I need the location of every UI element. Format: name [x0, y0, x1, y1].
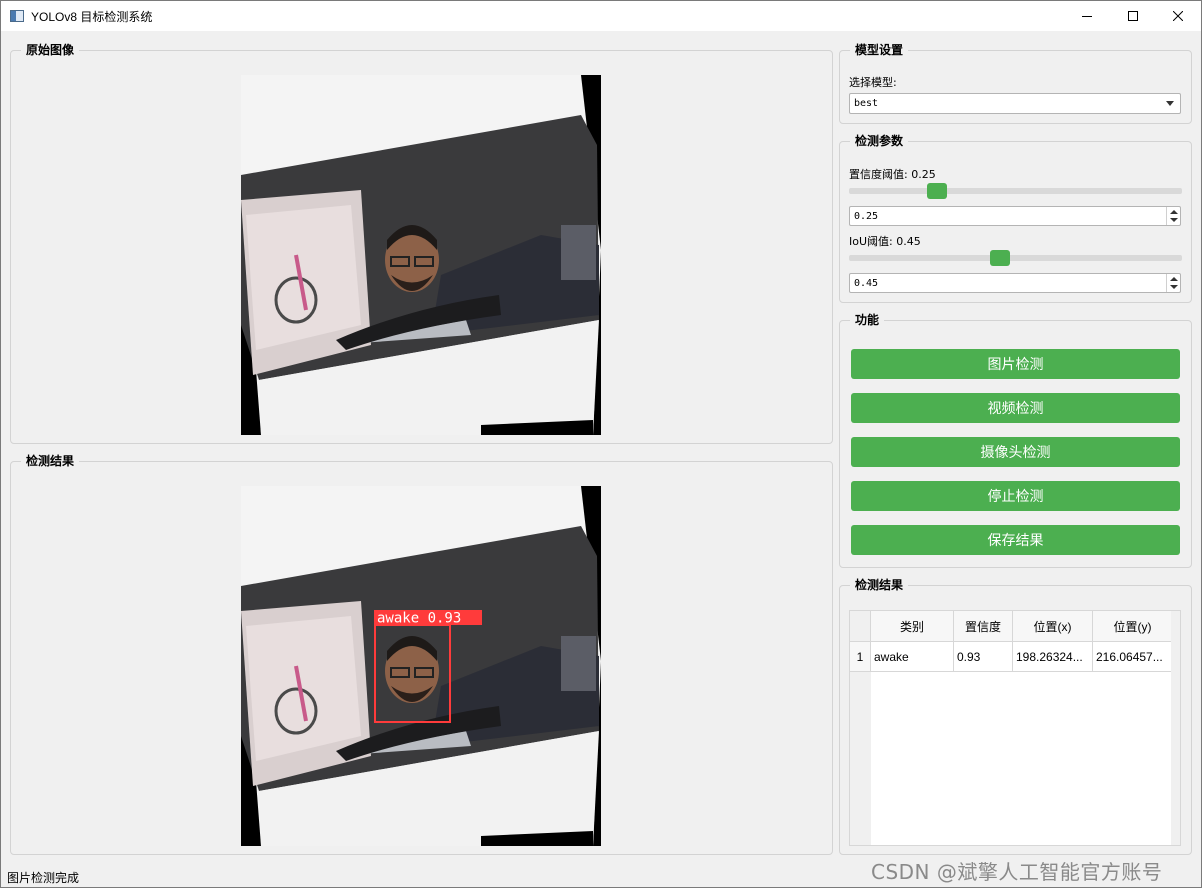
model-select-label: 选择模型:: [849, 76, 897, 89]
cell-x[interactable]: 198.26324...: [1013, 642, 1093, 672]
spin-up-icon[interactable]: [1170, 210, 1178, 214]
title-bar: YOLOv8 目标检测系统: [1, 1, 1201, 31]
spin-up-icon[interactable]: [1170, 277, 1178, 281]
status-bar-text: 图片检测完成: [7, 871, 80, 885]
iou-spin-buttons[interactable]: [1166, 274, 1180, 292]
column-header-confidence[interactable]: 置信度: [954, 611, 1013, 642]
conf-threshold-label: 置信度阈值: 0.25: [849, 168, 936, 181]
functions-title: 功能: [850, 312, 885, 328]
save-results-button[interactable]: 保存结果: [851, 525, 1180, 555]
image-detect-button[interactable]: 图片检测: [851, 349, 1180, 379]
cell-class[interactable]: awake: [871, 642, 954, 672]
result-image: awake 0.93: [241, 486, 601, 846]
spin-down-icon[interactable]: [1170, 285, 1178, 289]
model-select-value: best: [854, 98, 879, 109]
conf-slider-track[interactable]: [849, 188, 1182, 194]
stop-detect-button[interactable]: 停止检测: [851, 481, 1180, 511]
original-image: [241, 75, 601, 435]
iou-slider-track[interactable]: [849, 255, 1182, 261]
camera-detect-button[interactable]: 摄像头检测: [851, 437, 1180, 467]
close-button[interactable]: [1155, 1, 1201, 31]
minimize-button[interactable]: [1064, 1, 1110, 31]
maximize-icon: [1128, 11, 1138, 21]
detect-params-title: 检测参数: [850, 133, 909, 149]
iou-spinbox[interactable]: 0.45: [849, 273, 1181, 293]
model-select[interactable]: best: [849, 93, 1181, 114]
column-header-class[interactable]: 类别: [871, 611, 954, 642]
detection-label: awake 0.93: [377, 611, 461, 627]
conf-slider-handle[interactable]: [927, 183, 948, 199]
table-corner-button[interactable]: [850, 611, 871, 642]
iou-threshold-label: IoU阈值: 0.45: [849, 235, 921, 248]
video-detect-button[interactable]: 视频检测: [851, 393, 1180, 423]
column-header-y[interactable]: 位置(y): [1093, 611, 1173, 642]
spin-down-icon[interactable]: [1170, 218, 1178, 222]
minimize-icon: [1082, 16, 1092, 17]
results-table[interactable]: 类别 置信度 位置(x) 位置(y) 1 awake 0.93 198.2632…: [849, 610, 1181, 846]
conf-spin-buttons[interactable]: [1166, 207, 1180, 225]
results-title: 检测结果: [850, 577, 909, 593]
chevron-down-icon: [1166, 101, 1174, 106]
watermark-text: CSDN @斌擎人工智能官方账号: [871, 860, 1163, 884]
app-icon: [10, 10, 24, 22]
conf-spinbox[interactable]: 0.25: [849, 206, 1181, 226]
iou-slider-handle[interactable]: [989, 250, 1010, 266]
maximize-button[interactable]: [1110, 1, 1156, 31]
original-image-title: 原始图像: [21, 42, 80, 58]
model-settings-title: 模型设置: [850, 42, 909, 58]
close-icon: [1173, 11, 1183, 21]
table-scrollbar[interactable]: [1171, 611, 1180, 845]
window-title: YOLOv8 目标检测系统: [31, 9, 153, 24]
result-image-title: 检测结果: [21, 453, 80, 469]
column-header-x[interactable]: 位置(x): [1013, 611, 1093, 642]
iou-spinbox-value: 0.45: [854, 277, 879, 289]
cell-y[interactable]: 216.06457...: [1093, 642, 1173, 672]
row-number[interactable]: 1: [850, 642, 871, 672]
cell-confidence[interactable]: 0.93: [954, 642, 1013, 672]
conf-spinbox-value: 0.25: [854, 210, 879, 222]
